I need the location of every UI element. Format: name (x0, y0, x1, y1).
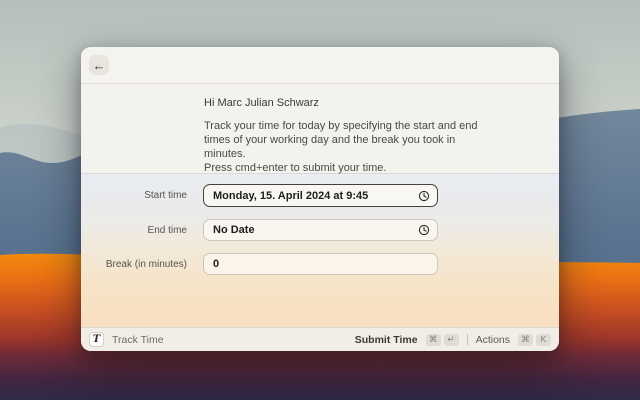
description-line: minutes. (204, 148, 246, 160)
back-button[interactable]: ← (89, 55, 109, 75)
end-time-value: No Date (213, 224, 255, 236)
break-field[interactable]: 0 (203, 253, 438, 275)
time-form: Start time Monday, 15. April 2024 at 9:4… (81, 174, 559, 327)
window-footer: T Track Time Submit Time ⌘ ↵ Actions ⌘ K (81, 327, 559, 351)
return-key-icon: ↵ (443, 333, 459, 346)
submit-time-label: Submit Time (354, 333, 418, 346)
clock-icon (418, 224, 430, 236)
description-line: Press cmd+enter to submit your time. (204, 162, 387, 174)
break-value: 0 (213, 258, 220, 270)
submit-time-button[interactable]: Submit Time ⌘ ↵ (354, 333, 459, 346)
start-time-value: Monday, 15. April 2024 at 9:45 (213, 189, 369, 202)
start-time-row: Start time Monday, 15. April 2024 at 9:4… (81, 184, 559, 207)
break-label: Break (in minutes) (105, 258, 187, 270)
window-header: ← (81, 47, 559, 84)
description-line: times of your working day and the break … (204, 134, 456, 146)
break-row: Break (in minutes) 0 (81, 253, 559, 275)
actions-button[interactable]: Actions ⌘ K (475, 333, 551, 346)
start-time-label: Start time (144, 190, 187, 201)
footer-actions: Submit Time ⌘ ↵ Actions ⌘ K (354, 333, 551, 346)
end-time-label: End time (147, 224, 187, 236)
cmd-key-icon: ⌘ (425, 333, 441, 346)
back-arrow-icon: ← (92, 57, 106, 73)
k-key-icon: K (536, 333, 551, 346)
start-time-field[interactable]: Monday, 15. April 2024 at 9:45 (203, 184, 438, 207)
description-line: Track your time for today by specifying … (204, 120, 478, 132)
track-time-extension-icon: T (89, 332, 104, 347)
extension-icon-glyph: T (92, 334, 101, 345)
raycast-window: ← Hi Marc Julian Schwarz Track your time… (81, 47, 559, 351)
description-section: Hi Marc Julian Schwarz Track your time f… (81, 84, 559, 174)
footer-divider (466, 334, 468, 345)
clock-icon (418, 190, 430, 202)
end-time-row: End time No Date (81, 219, 559, 241)
cmd-key-icon: ⌘ (518, 333, 533, 346)
end-time-field[interactable]: No Date (203, 219, 438, 241)
actions-label: Actions (475, 333, 510, 346)
extension-name: Track Time (112, 333, 164, 346)
greeting-text: Hi Marc Julian Schwarz (204, 97, 319, 109)
